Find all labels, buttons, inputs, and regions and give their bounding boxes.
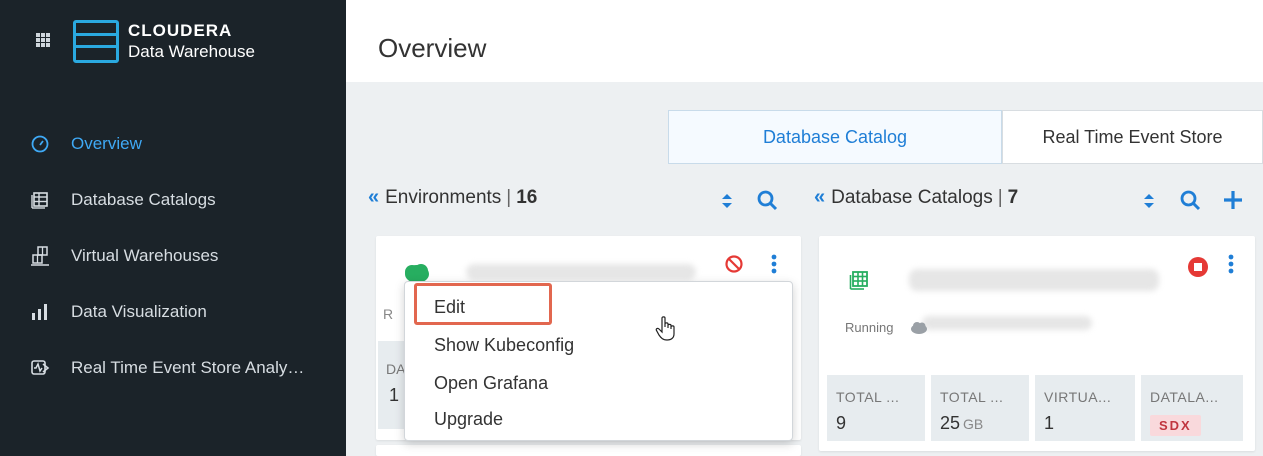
stat-value: 1 [1044,413,1055,433]
menu-item-upgrade[interactable]: Upgrade [434,409,503,430]
stat-total-1: TOTAL ... 9 [827,375,925,441]
stat-label: TOTAL ... [836,389,900,405]
product-name: Data Warehouse [128,42,255,61]
stat-value: 1 [389,385,400,405]
table-icon [30,190,50,210]
tab-real-time-event-store[interactable]: Real Time Event Store [1002,110,1263,164]
search-icon[interactable] [1178,187,1202,213]
hand-cursor-icon [655,316,677,342]
stat-label: DATALA... [1150,389,1219,405]
event-store-icon [30,358,50,378]
cloud-icon [910,320,928,334]
stat-datalake: DATALA... SDX [1141,375,1243,441]
page-title: Overview [378,33,487,63]
sidebar-item-label: Database Catalogs [71,190,216,209]
environments-header: « Environments | 16 [368,186,537,209]
stop-icon[interactable] [1187,256,1209,278]
environments-title: Environments [385,186,502,208]
stat-value: 9 [836,413,847,433]
tab-label: Real Time Event Store [1042,126,1223,147]
collapse-chevrons-icon[interactable]: « [368,186,379,209]
stat-virtual: VIRTUA... 1 [1035,375,1135,441]
sidebar-item-data-visualization[interactable]: Data Visualization [0,292,346,332]
environment-status: R [383,306,394,322]
warehouse-icon [30,246,50,266]
add-icon[interactable] [1221,188,1245,212]
sidebar-item-label: Virtual Warehouses [71,246,219,265]
edit-highlight-box [414,283,552,325]
sidebar-item-overview[interactable]: Overview [0,124,346,164]
sort-icon[interactable] [1142,190,1156,212]
sidebar-item-virtual-warehouses[interactable]: Virtual Warehouses [0,236,346,276]
search-icon[interactable] [755,187,779,213]
sidebar: CLOUDERA Data Warehouse Overview Databas… [0,0,346,456]
environment-card[interactable] [376,445,801,456]
stat-unit: GB [963,416,984,432]
kebab-menu-icon[interactable] [1225,254,1237,276]
redacted-catalog-name [909,269,1159,291]
tab-label: Database Catalog [762,126,908,147]
catalog-status: Running [845,320,894,335]
cloudera-logo-icon [73,20,119,63]
sidebar-item-real-time-event-store[interactable]: Real Time Event Store Analy… [0,348,346,388]
menu-item-open-grafana[interactable]: Open Grafana [434,373,548,394]
stat-label: TOTAL ... [940,389,1004,405]
redacted-environment-name [922,316,1092,330]
catalog-table-icon [849,270,869,290]
app-switcher-icon[interactable] [36,33,50,47]
database-catalogs-title: Database Catalogs [831,186,993,208]
kebab-menu-icon[interactable] [768,254,780,276]
stat-value: 25 GB [940,413,984,433]
database-catalogs-header: « Database Catalogs | 7 [814,186,1018,209]
brand-name: CLOUDERA [128,21,233,40]
sidebar-item-label: Overview [71,134,142,153]
sidebar-item-database-catalogs[interactable]: Database Catalogs [0,180,346,220]
database-catalogs-count: 7 [1007,186,1019,208]
stat-label: DA [386,361,406,377]
sidebar-item-label: Data Visualization [71,302,207,321]
redacted-environment-name [466,264,696,280]
gauge-icon [30,134,50,154]
sidebar-item-label: Real Time Event Store Analy… [71,358,305,377]
collapse-chevrons-icon[interactable]: « [814,186,825,209]
stat-label: VIRTUA... [1044,389,1112,405]
environments-count: 16 [516,186,538,208]
sort-icon[interactable] [720,190,734,212]
stat-total-2: TOTAL ... 25 GB [931,375,1029,441]
disabled-icon[interactable] [724,254,744,274]
tab-database-catalog[interactable]: Database Catalog [668,110,1002,164]
bar-chart-icon [30,302,50,322]
header-separator: | [997,186,1003,208]
sdx-badge: SDX [1150,415,1201,436]
header-separator: | [506,186,512,208]
menu-item-show-kubeconfig[interactable]: Show Kubeconfig [434,335,574,356]
